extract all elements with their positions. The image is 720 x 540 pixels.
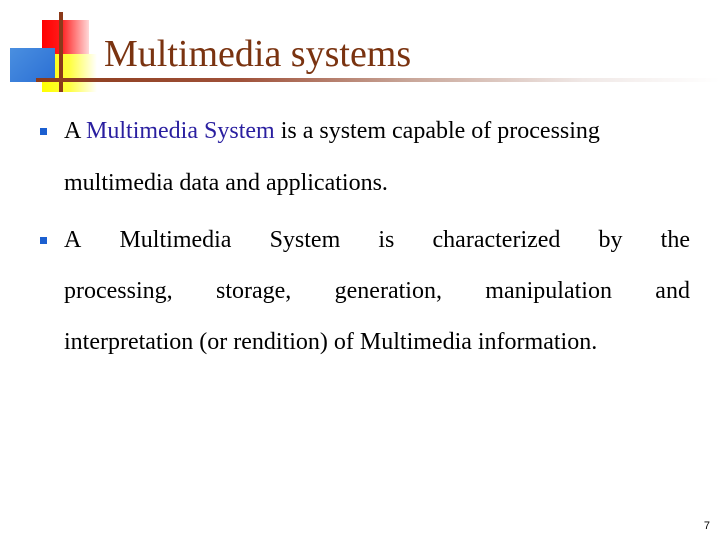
word: generation,: [334, 278, 442, 304]
highlighted-term: Multimedia System: [86, 118, 275, 144]
decorative-logo: [0, 0, 120, 100]
word: System: [269, 227, 341, 253]
word: characterized: [432, 227, 561, 253]
word: the: [660, 227, 690, 253]
word: is: [378, 227, 395, 253]
bullet-2-line-2: processing, storage, generation, manipul…: [64, 279, 690, 303]
word: by: [598, 227, 623, 253]
text-segment: A: [64, 118, 87, 144]
word: and: [655, 278, 690, 304]
bullet-1-line-1: A Multimedia System is a system capable …: [64, 119, 600, 143]
word: manipulation: [485, 278, 612, 304]
word: processing,: [64, 278, 173, 304]
bullet-1-line-2: multimedia data and applications.: [64, 170, 388, 196]
word: storage,: [216, 278, 292, 304]
word: A: [64, 227, 82, 253]
bullet-2-line-1: A Multimedia System is characterized by …: [64, 228, 690, 252]
title-underline: [36, 78, 720, 82]
slide-title: Multimedia systems: [104, 33, 412, 75]
bullet-icon: [40, 128, 47, 135]
word: Multimedia: [119, 227, 232, 253]
page-number: 7: [703, 520, 710, 532]
bullet-2-line-3: interpretation (or rendition) of Multime…: [64, 329, 598, 355]
text-segment: is a system capable of processing: [274, 118, 600, 144]
logo-blue-square: [10, 48, 55, 82]
bullet-icon: [40, 237, 47, 244]
